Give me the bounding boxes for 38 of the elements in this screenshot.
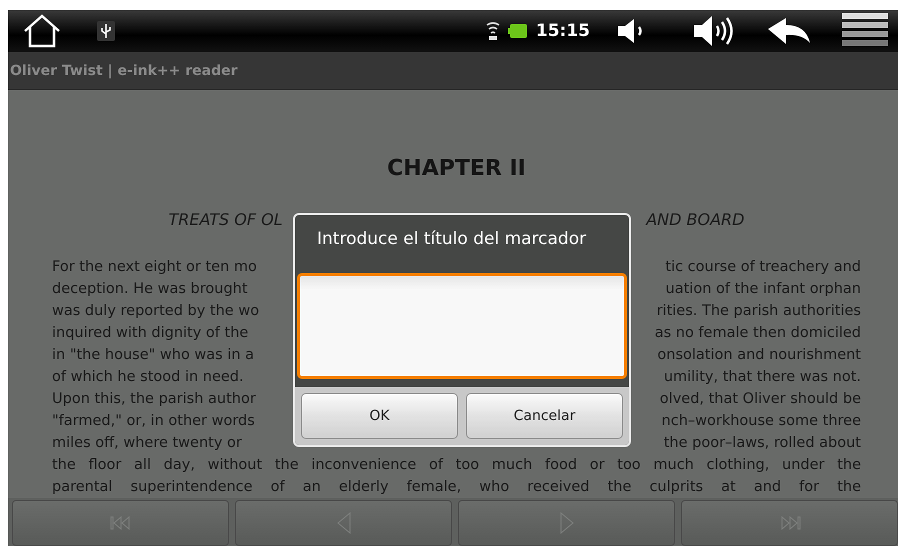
clock-time: 15:15 [536, 20, 590, 41]
text-line: deception. He was brought [52, 280, 248, 300]
battery-icon [508, 22, 528, 39]
previous-icon [336, 512, 350, 534]
ok-button[interactable]: OK [301, 393, 458, 439]
skip-forward-icon [778, 516, 800, 530]
chapter-subtitle: AND BOARD [646, 210, 744, 230]
text-line: miles off, where twenty or [52, 434, 242, 454]
text-line: uation of the infant orphan [666, 280, 861, 300]
text-line: the floor all day, without the inconvenience of too much food or too much clothing, under the [52, 456, 861, 476]
text-line: olved, that Oliver should be [660, 390, 861, 410]
next-icon [560, 512, 574, 534]
dialog-title: Introduce el título del marcador [316, 228, 588, 251]
input-field[interactable] [297, 273, 627, 379]
text-line: of which he stood in need. [52, 368, 244, 388]
usb-icon [96, 20, 116, 42]
app-title: Oliver Twist | e-ink++ reader [10, 62, 238, 79]
chapter-subtitle: TREATS OF OL [168, 210, 283, 230]
text-line: the poor–laws, rolled about [664, 434, 861, 454]
text-line: tic course of treachery and [665, 258, 861, 278]
text-line: in "the house" who was in a [52, 346, 254, 366]
text-line: parental superintendence of an elderly female, who received the culprits at and for the [52, 478, 861, 498]
wifi-icon [486, 20, 500, 42]
chapter-heading: CHAPTER II [387, 155, 526, 184]
text-line: nch–workhouse some three [662, 412, 861, 432]
text-line: inquired with dignity of the [52, 324, 248, 344]
skip-back-icon [110, 516, 132, 530]
back-arrow-icon[interactable] [766, 16, 812, 46]
text-line: "farmed," or, in other words [52, 412, 255, 432]
text-line: was duly reported by the wo [52, 302, 260, 322]
text-line: rities. The parish authorities [656, 302, 861, 322]
text-line: Upon this, the parish author [52, 390, 256, 410]
text-line: onsolation and nourishment [657, 346, 861, 366]
text-line: For the next eight or ten mo [52, 258, 257, 278]
text-line: as no female then domiciled [654, 324, 861, 344]
home-icon[interactable] [22, 14, 62, 48]
cancel-button[interactable]: Cancelar [466, 393, 623, 439]
text-line: umility, that there was not. [664, 368, 861, 388]
